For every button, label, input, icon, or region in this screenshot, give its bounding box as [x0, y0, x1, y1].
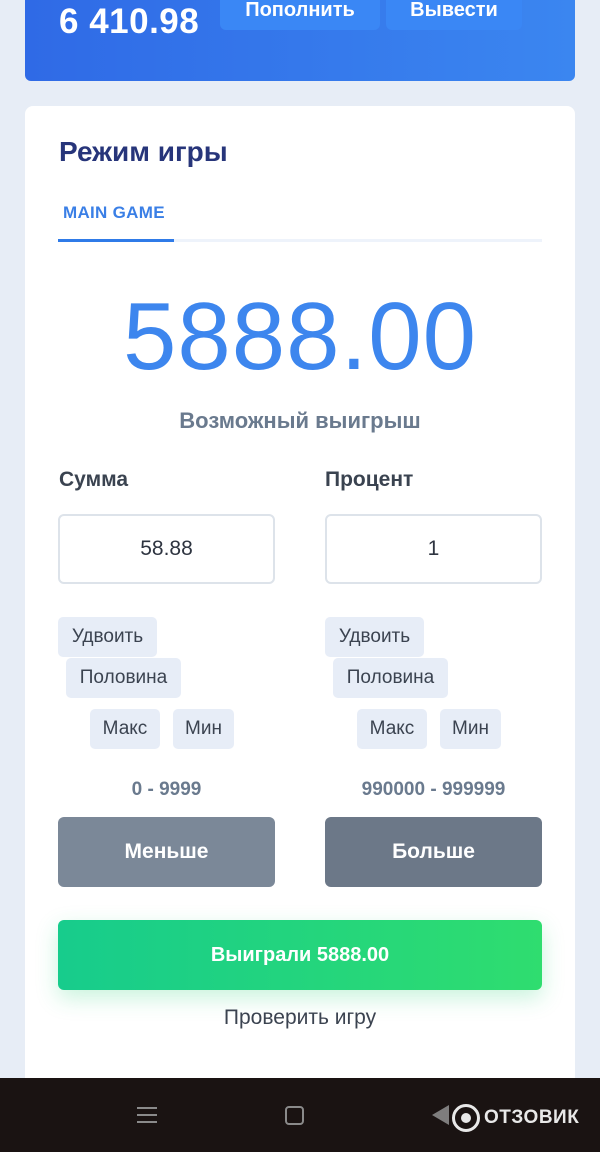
more-button[interactable]: Больше: [325, 817, 542, 887]
verify-game-link[interactable]: Проверить игру: [25, 1006, 575, 1030]
amount-half-button[interactable]: Половина: [66, 658, 181, 698]
recent-apps-icon[interactable]: [137, 1107, 157, 1128]
deposit-button[interactable]: Пополнить: [220, 0, 380, 30]
balance-value: 6 410.98: [59, 2, 200, 41]
percent-double-button[interactable]: Удвоить: [325, 617, 424, 657]
percent-max-button[interactable]: Макс: [357, 709, 427, 749]
amount-range: 0 - 9999: [131, 779, 202, 800]
withdraw-button[interactable]: Вывести: [386, 0, 522, 30]
possible-win-label: Возможный выигрыш: [179, 408, 421, 433]
watermark-text: ОТЗОВИК: [484, 1107, 580, 1128]
percent-half-button[interactable]: Половина: [333, 658, 448, 698]
otzovik-logo-icon: [452, 1104, 480, 1132]
amount-max-button[interactable]: Макс: [90, 709, 160, 749]
page-title: Режим игры: [59, 136, 228, 167]
amount-input[interactable]: 58.88: [58, 514, 275, 584]
percent-input[interactable]: 1: [325, 514, 542, 584]
tab-main-game[interactable]: MAIN GAME: [63, 203, 165, 223]
win-result-button[interactable]: Выиграли 5888.00: [58, 920, 542, 990]
amount-label: Сумма: [59, 468, 129, 491]
percent-label: Процент: [325, 468, 414, 491]
tab-active-indicator: [58, 239, 174, 242]
home-icon[interactable]: [285, 1106, 304, 1125]
possible-win-value: 5888.00: [122, 283, 477, 390]
percent-min-button[interactable]: Мин: [440, 709, 501, 749]
less-button[interactable]: Меньше: [58, 817, 275, 887]
percent-range: 990000 - 999999: [361, 779, 506, 800]
amount-min-button[interactable]: Мин: [173, 709, 234, 749]
balance-card: 6 410.98 Пополнить Вывести: [25, 0, 575, 81]
otzovik-watermark: ОТЗОВИК: [452, 1104, 579, 1132]
back-icon[interactable]: [432, 1105, 449, 1125]
amount-double-button[interactable]: Удвоить: [58, 617, 157, 657]
game-card: Режим игры MAIN GAME 5888.00 Возможный в…: [25, 106, 575, 1086]
